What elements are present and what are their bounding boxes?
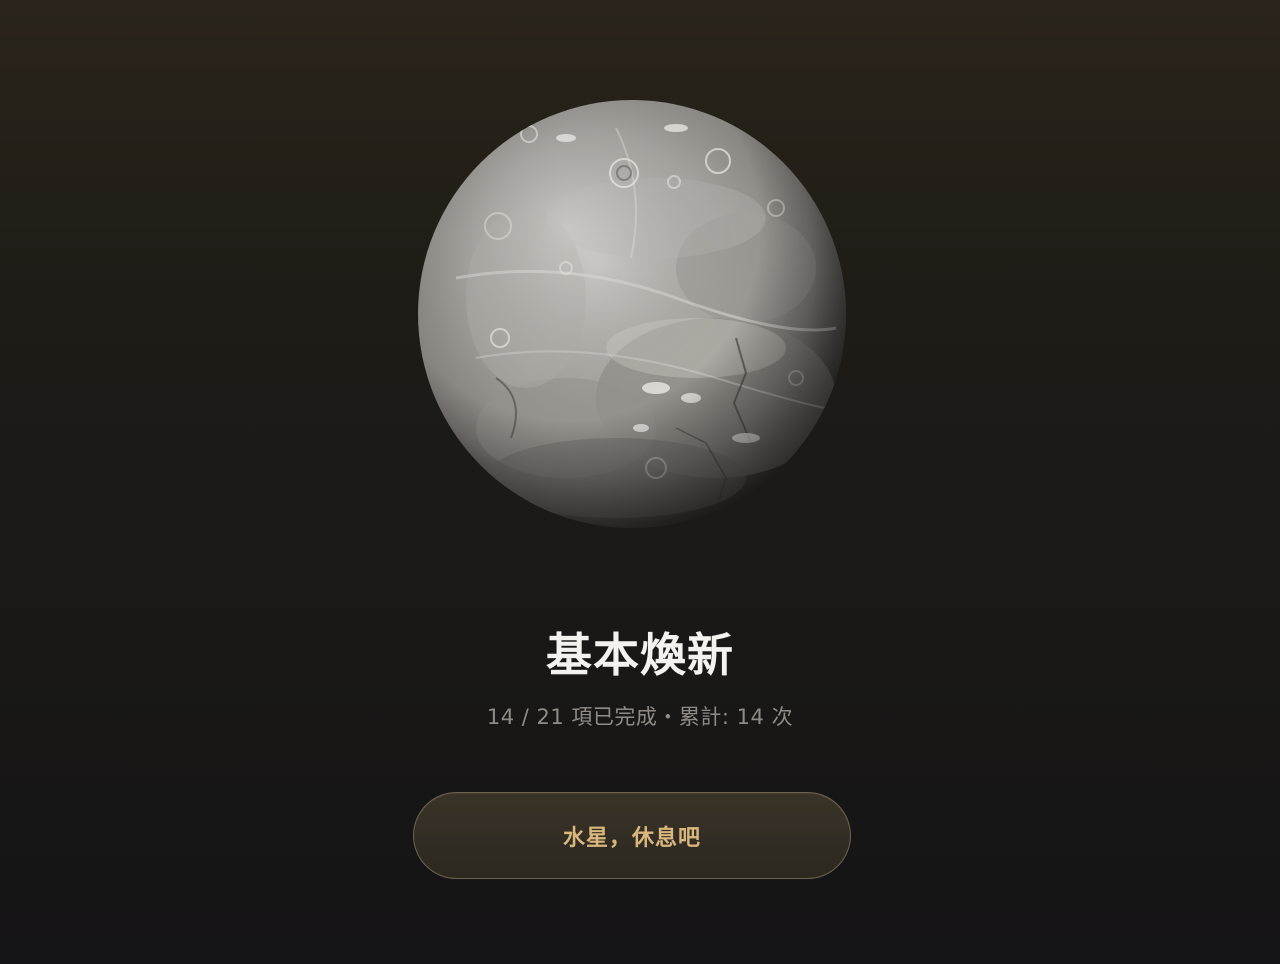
habit-progress-text: 14 / 21 項已完成・累計: 14 次 xyxy=(486,705,794,729)
mercury-planet-icon xyxy=(416,98,848,530)
habit-title: 基本煥新 xyxy=(546,628,734,682)
rest-button[interactable]: 水星，休息吧 xyxy=(413,792,851,879)
